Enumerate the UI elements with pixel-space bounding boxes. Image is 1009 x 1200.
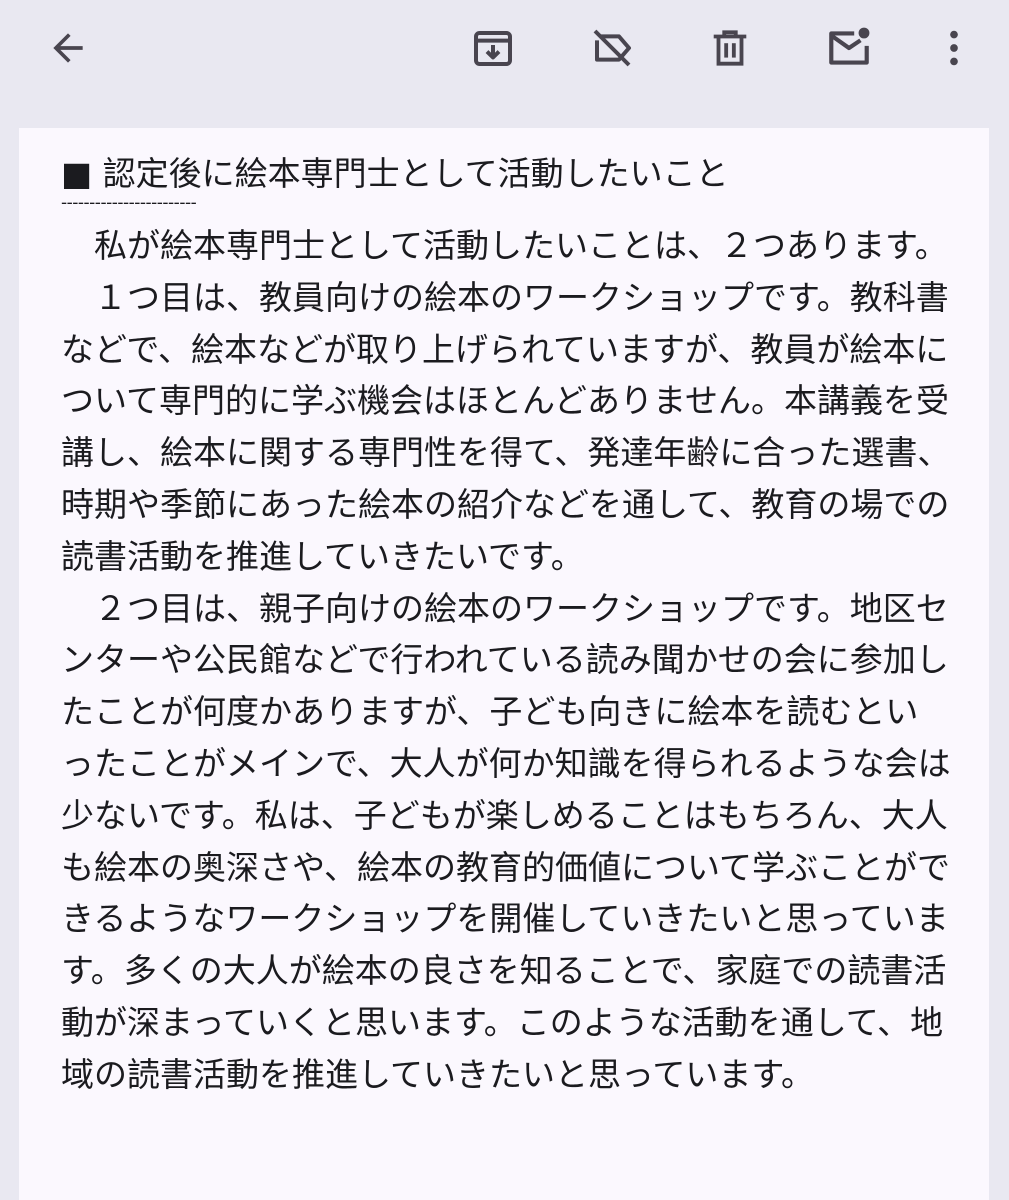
remove-label-button[interactable] bbox=[577, 13, 647, 83]
label-off-icon bbox=[593, 29, 631, 67]
more-options-button[interactable] bbox=[919, 13, 989, 83]
trash-icon bbox=[713, 30, 747, 66]
more-vert-icon bbox=[950, 30, 958, 66]
arrow-back-icon bbox=[53, 33, 83, 63]
mail-unread-icon bbox=[829, 27, 870, 65]
divider-line: ------------------------ bbox=[61, 193, 197, 213]
paragraph-second: ２つ目は、親子向けの絵本のワークショップです。地区センターや公民館などで行われて… bbox=[61, 588, 951, 1094]
message-text: 私が絵本専門士として活動したいことは、２つあります。 １つ目は、教員向けの絵本の… bbox=[61, 220, 951, 1101]
top-app-bar bbox=[0, 0, 1009, 128]
archive-icon bbox=[474, 31, 512, 66]
paragraph-first: １つ目は、教員向けの絵本のワークショップです。教科書などで、絵本などが取り上げら… bbox=[61, 277, 951, 576]
archive-button[interactable] bbox=[458, 13, 528, 83]
paragraph-intro: 私が絵本専門士として活動したいことは、２つあります。 bbox=[94, 226, 948, 265]
mark-unread-button[interactable] bbox=[814, 13, 884, 83]
back-button[interactable] bbox=[33, 13, 103, 83]
section-heading: ■ 認定後に絵本専門士として活動したいこと bbox=[61, 154, 729, 193]
delete-button[interactable] bbox=[695, 13, 765, 83]
message-body: ■ 認定後に絵本専門士として活動したいこと ------------------… bbox=[19, 128, 989, 1200]
